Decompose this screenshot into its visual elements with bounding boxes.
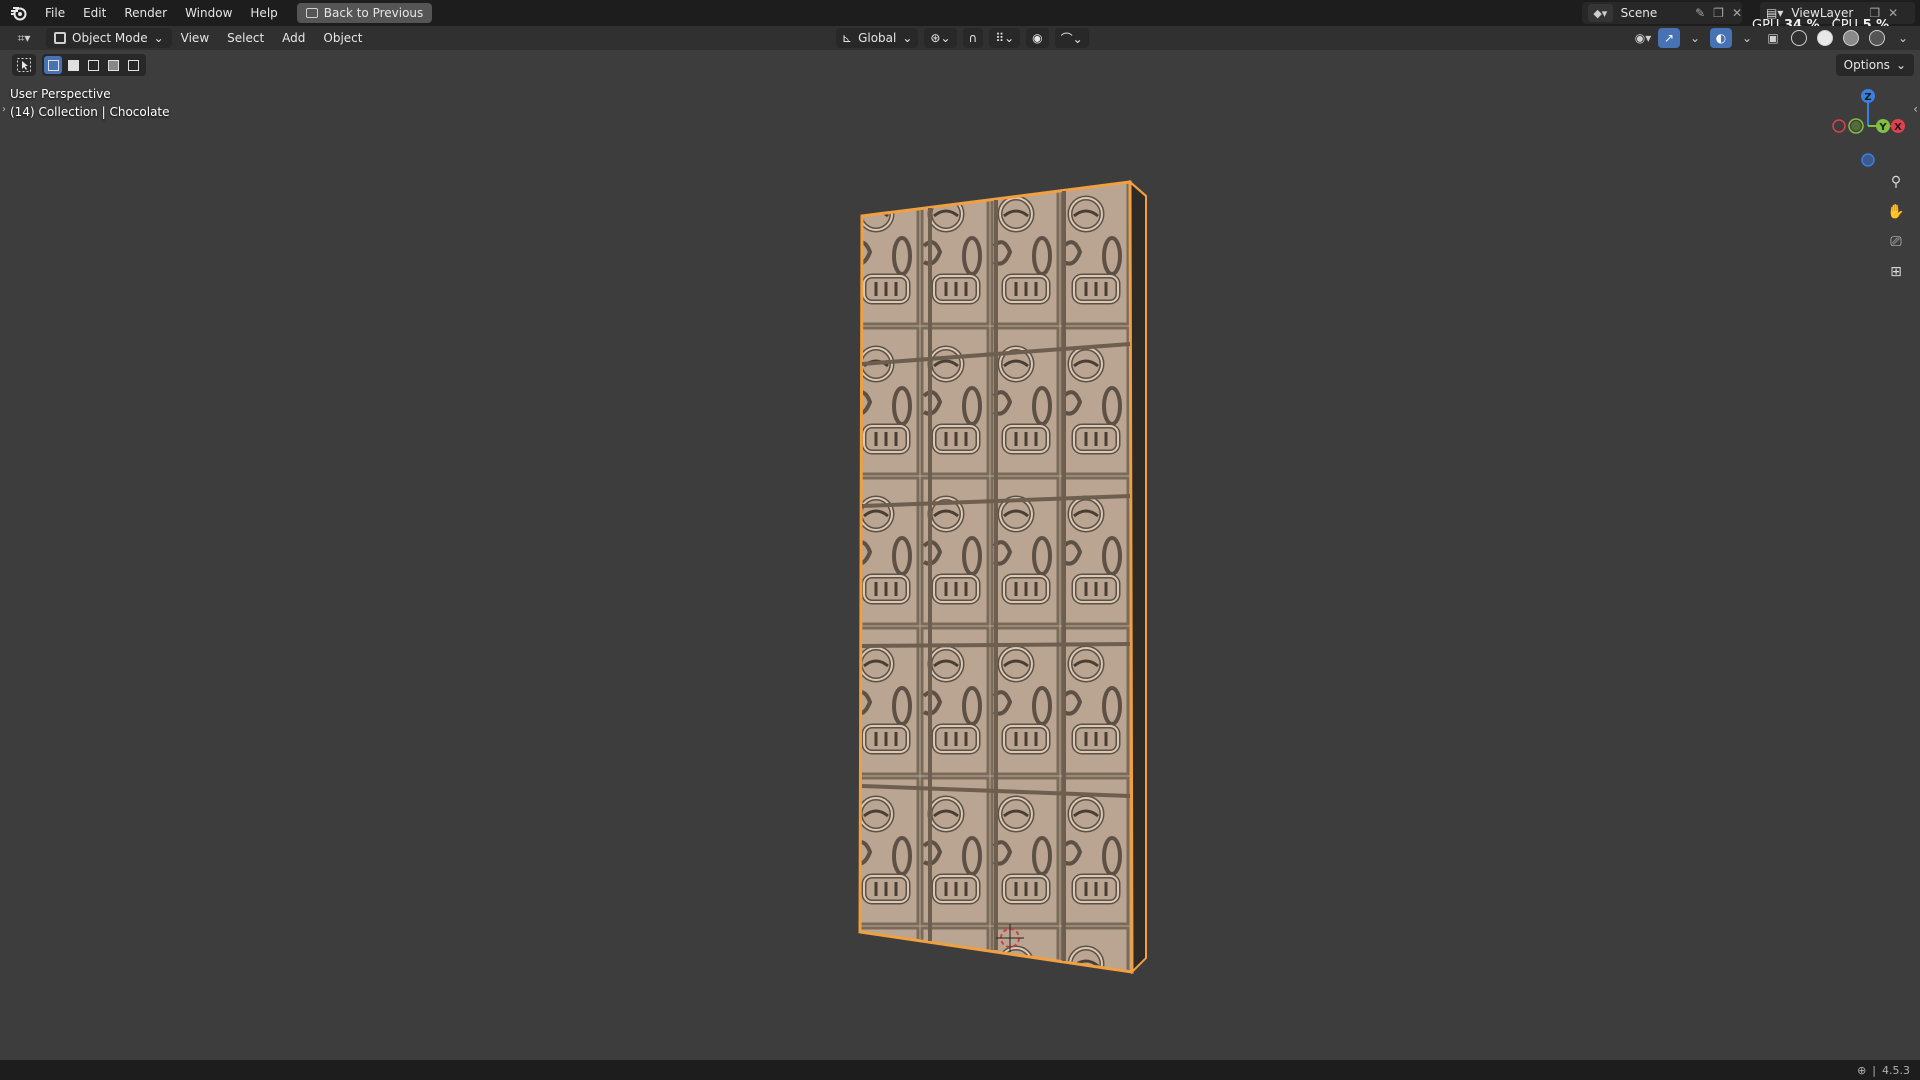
world-icon: ⊕ <box>1857 1063 1867 1077</box>
axis-z-label: Z <box>1864 92 1871 103</box>
scene-name-field[interactable]: Scene <box>1621 6 1687 20</box>
menu-help[interactable]: Help <box>241 2 286 24</box>
snap-target-dropdown[interactable]: ⠿⌄ <box>989 28 1021 48</box>
snap-toggle[interactable]: ∩ <box>962 28 984 48</box>
orientation-dropdown[interactable]: ⊾ Global ⌄ <box>836 28 919 48</box>
select-new-icon[interactable] <box>44 56 62 74</box>
blender-logo-icon[interactable] <box>8 2 30 24</box>
proportional-edit-toggle[interactable]: ◉ <box>1026 28 1049 48</box>
menu-file[interactable]: File <box>36 2 74 24</box>
version-label: 4.5.3 <box>1882 1063 1910 1077</box>
options-label: Options <box>1843 58 1890 72</box>
falloff-curve-icon: ⌒⌄ <box>1060 31 1083 46</box>
material-shading-icon[interactable] <box>1840 28 1862 48</box>
chevron-down-icon: ⌄ <box>153 31 164 45</box>
editor-type-icon[interactable]: ⌗▾ <box>8 28 40 48</box>
close-icon[interactable]: ✕ <box>1888 6 1898 20</box>
select-extend-icon[interactable] <box>64 56 82 74</box>
rendered-shading-icon[interactable] <box>1866 28 1888 48</box>
window-icon <box>305 8 318 18</box>
select-subtract-icon[interactable] <box>84 56 102 74</box>
select-invert-icon[interactable] <box>104 56 122 74</box>
falloff-dropdown[interactable]: ⌒⌄ <box>1054 28 1089 48</box>
hand-pan-icon[interactable]: ✋ <box>1882 198 1910 226</box>
grid-icon[interactable]: ⊞ <box>1882 258 1910 286</box>
chevron-down-icon[interactable]: ⌄ <box>1684 28 1706 48</box>
menu-render[interactable]: Render <box>115 2 176 24</box>
navigation-gizmo[interactable]: Z X Y <box>1830 84 1920 174</box>
perspective-label: User Perspective <box>10 87 111 101</box>
menu-window[interactable]: Window <box>176 2 241 24</box>
back-to-previous-label: Back to Previous <box>323 6 424 20</box>
top-menu-bar: File Edit Render Window Help Back to Pre… <box>0 0 1920 33</box>
chevron-down-icon[interactable]: ⌄ <box>1736 28 1758 48</box>
viewport-display-tools: ◉▾ ↗ ⌄ ◐ ⌄ ▣ ⌄ <box>1632 28 1914 48</box>
selection-mode-group <box>42 54 146 76</box>
tool-settings-bar: Options ⌄ <box>0 50 1920 78</box>
object-mode-label: Object Mode <box>72 31 148 45</box>
pin-icon[interactable]: ✎ <box>1695 6 1705 20</box>
wireframe-shading-icon[interactable] <box>1788 28 1810 48</box>
options-dropdown[interactable]: Options ⌄ <box>1835 54 1914 76</box>
object-mode-icon <box>54 32 66 44</box>
transform-tools: ⊾ Global ⌄ ⊛⌄ ∩ ⠿⌄ ◉ ⌒⌄ <box>836 28 1089 48</box>
chevron-down-icon: ⌄ <box>902 31 913 45</box>
visibility-icon[interactable]: ◉▾ <box>1632 28 1654 48</box>
back-to-previous-button[interactable]: Back to Previous <box>296 3 433 23</box>
cursor-tool-icon[interactable] <box>12 54 36 76</box>
close-icon[interactable]: ✕ <box>1732 6 1742 20</box>
axis-x-label: X <box>1894 122 1902 133</box>
status-bar: ⊕ | 4.5.3 <box>0 1060 1920 1080</box>
chocolate-bar-object[interactable] <box>850 176 1170 979</box>
pivot-point-dropdown[interactable]: ⊛⌄ <box>924 28 957 48</box>
menu-edit[interactable]: Edit <box>74 2 115 24</box>
menu-add[interactable]: Add <box>273 31 314 45</box>
camera-icon[interactable]: ⎚ <box>1882 228 1910 256</box>
orientation-icon: ⊾ <box>842 31 853 45</box>
select-intersect-icon[interactable] <box>124 56 142 74</box>
menu-object[interactable]: Object <box>314 31 371 45</box>
chevron-down-icon: ⌄ <box>1895 58 1906 72</box>
scene-type-icon[interactable]: ◆▾ <box>1588 4 1613 22</box>
object-mode-dropdown[interactable]: Object Mode ⌄ <box>46 28 172 48</box>
gizmo-toggle-icon[interactable]: ↗ <box>1658 28 1680 48</box>
xray-toggle-icon[interactable]: ▣ <box>1762 28 1784 48</box>
axis-y-label: Y <box>1878 122 1887 133</box>
solid-shading-icon[interactable] <box>1814 28 1836 48</box>
collection-label: (14) Collection | Chocolate <box>10 105 170 119</box>
magnet-icon: ∩ <box>968 31 978 45</box>
zoom-icon[interactable]: ⚲ <box>1882 168 1910 196</box>
scene-selector[interactable]: ◆▾ Scene ✎ ❐ ✕ <box>1582 2 1742 24</box>
axis-neg-x-handle <box>1832 119 1846 133</box>
new-scene-icon[interactable]: ❐ <box>1713 6 1724 20</box>
overlays-toggle-icon[interactable]: ◐ <box>1710 28 1732 48</box>
viewport-header: ⌗▾ Object Mode ⌄ View Select Add Object … <box>0 26 1920 50</box>
menu-view[interactable]: View <box>172 31 218 45</box>
snap-grid-icon: ⠿⌄ <box>995 31 1015 45</box>
orientation-label: Global <box>858 31 897 45</box>
separator: | <box>1872 1063 1876 1077</box>
pivot-icon: ⊛⌄ <box>930 31 951 45</box>
axis-neg-z-handle <box>1861 153 1875 167</box>
chevron-down-icon[interactable]: ⌄ <box>1892 28 1914 48</box>
menu-select[interactable]: Select <box>218 31 273 45</box>
chevron-right-icon[interactable]: › <box>2 104 6 115</box>
proportional-icon: ◉ <box>1032 31 1043 45</box>
